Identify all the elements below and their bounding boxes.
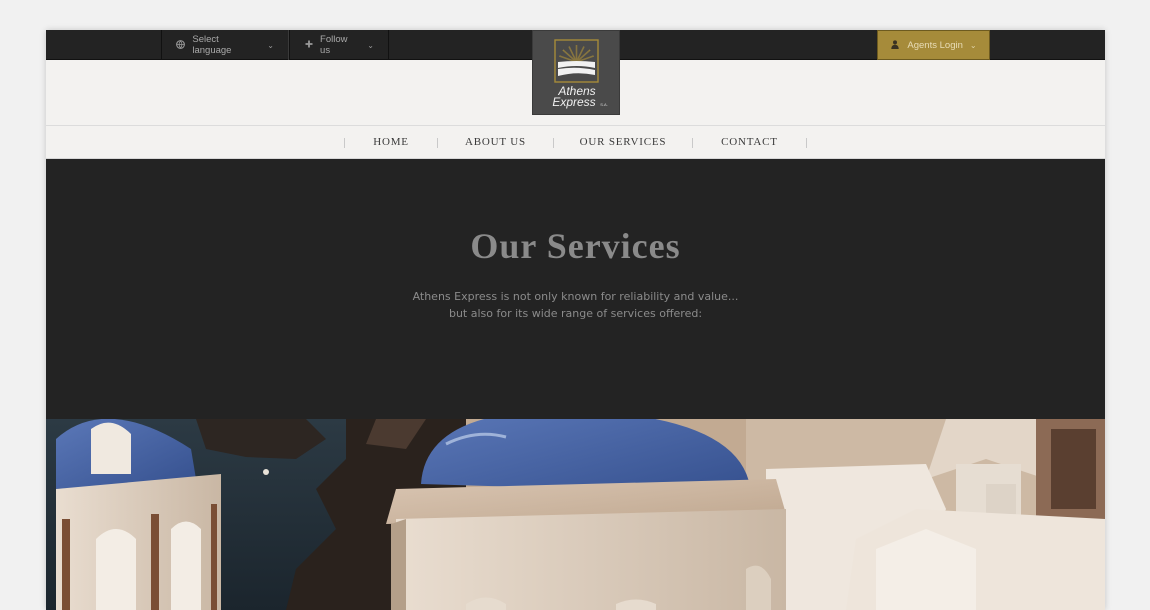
page-title: Our Services [470, 226, 681, 266]
chevron-down-icon: ⌄ [969, 40, 977, 50]
language-selector[interactable]: Select language ⌄ [161, 30, 289, 60]
agents-login-button[interactable]: Agents Login ⌄ [877, 30, 990, 60]
follow-us-dropdown[interactable]: Follow us ⌄ [289, 30, 389, 60]
chevron-down-icon: ⌄ [267, 40, 274, 50]
hero-section: Our Services Athens Express is not only … [46, 159, 1105, 419]
globe-icon [176, 39, 186, 51]
agents-login-label: Agents Login [907, 39, 963, 51]
logo-emblem: Athens Express S.A. [552, 39, 608, 109]
plus-icon [304, 40, 313, 50]
nav-item-home[interactable]: HOME [345, 126, 437, 158]
main-nav: HOME ABOUT US OUR SERVICES CONTACT [46, 126, 1105, 159]
logo-suffix: S.A. [600, 102, 608, 107]
nav-separator [806, 138, 807, 148]
follow-us-label: Follow us [320, 34, 348, 56]
hero-intro-line-1: Athens Express is not only known for rel… [412, 290, 739, 303]
page-frame: Select language ⌄ Follow us ⌄ Agents Log… [46, 30, 1105, 610]
santorini-photo [46, 419, 1105, 610]
logo-line2: Express [552, 95, 595, 109]
company-logo[interactable]: Athens Express S.A. [532, 30, 620, 115]
hero-intro-line-2: but also for its wide range of services … [448, 307, 703, 320]
nav-item-our-services[interactable]: OUR SERVICES [554, 126, 692, 158]
language-label: Select language [192, 34, 232, 56]
nav-item-about-us[interactable]: ABOUT US [438, 126, 553, 158]
user-icon [890, 39, 900, 51]
nav-item-contact[interactable]: CONTACT [693, 126, 806, 158]
chevron-down-icon: ⌄ [367, 40, 374, 50]
